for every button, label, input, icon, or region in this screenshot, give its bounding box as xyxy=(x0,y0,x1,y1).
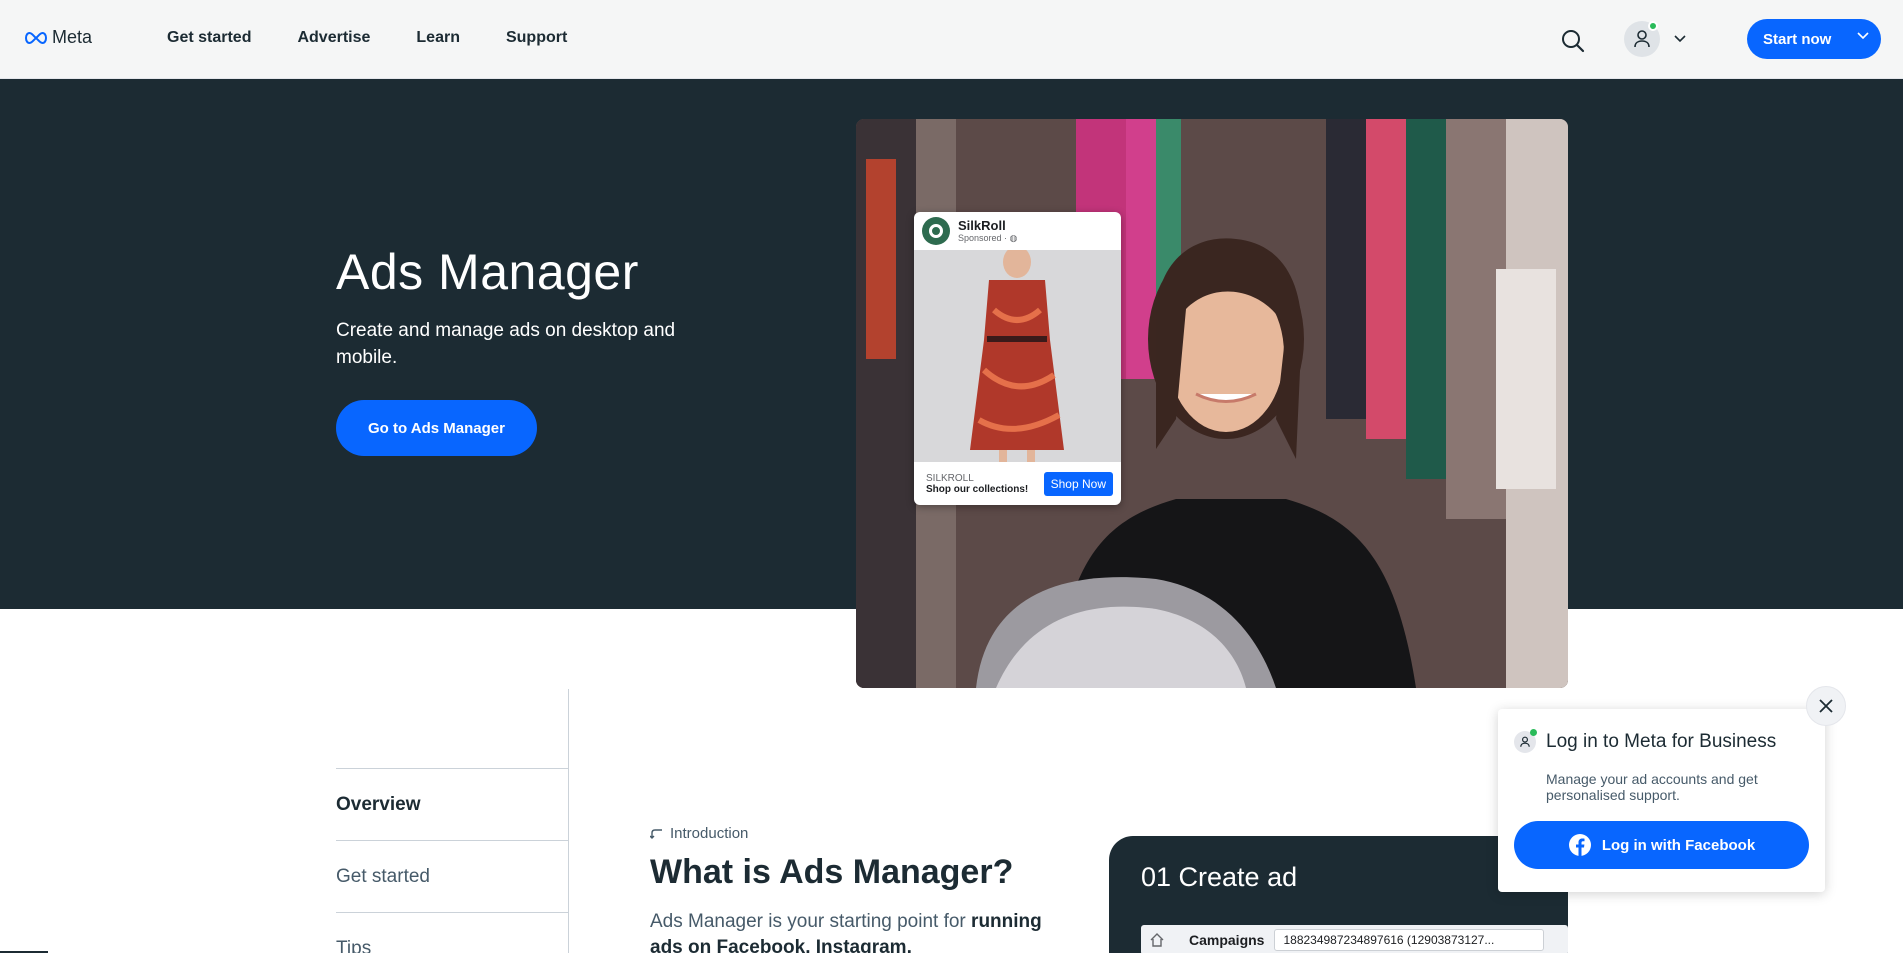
globe-icon: ◍ xyxy=(1009,233,1018,243)
close-icon xyxy=(1819,699,1833,713)
facebook-icon xyxy=(1568,834,1591,856)
close-popup-button[interactable] xyxy=(1806,686,1846,726)
online-status-dot xyxy=(1648,21,1658,31)
search-icon xyxy=(1562,30,1585,53)
login-popup: Log in to Meta for Business Manage your … xyxy=(1498,709,1825,892)
nav-support[interactable]: Support xyxy=(506,29,567,47)
popup-title: Log in to Meta for Business xyxy=(1546,731,1777,752)
intro-eyebrow-label: Introduction xyxy=(670,825,749,842)
chevron-down-icon xyxy=(1857,32,1869,40)
sidebar-divider xyxy=(568,689,569,953)
logo-text: Meta xyxy=(52,27,93,47)
section-title: What is Ads Manager? xyxy=(650,853,1014,891)
nav-advertise[interactable]: Advertise xyxy=(297,29,370,47)
ad-brand-caps: SILKROLL xyxy=(926,472,974,484)
sidebar-item-get-started[interactable]: Get started xyxy=(336,840,568,912)
nav-get-started[interactable]: Get started xyxy=(167,29,251,47)
start-now-button[interactable]: Start now xyxy=(1747,19,1881,59)
log-in-with-facebook-button[interactable]: Log in with Facebook xyxy=(1514,821,1809,869)
avatar xyxy=(1624,21,1660,57)
home-icon xyxy=(1150,933,1164,947)
user-icon xyxy=(1634,30,1650,48)
chevron-down-icon xyxy=(1674,35,1686,43)
popup-text: Manage your ad accounts and get personal… xyxy=(1546,771,1758,803)
nav-learn[interactable]: Learn xyxy=(416,29,460,47)
main-nav: Get started Advertise Learn Support xyxy=(167,29,613,47)
return-arrow-icon xyxy=(650,828,662,839)
page-sidebar-nav: Overview Get started Tips xyxy=(336,768,568,953)
start-now-label: Start now xyxy=(1763,30,1832,48)
hero-subtitle: Create and manage ads on desktop and mob… xyxy=(336,320,676,368)
ad-header: SilkRoll Sponsored · ◍ xyxy=(914,212,1121,250)
meta-infinity-icon xyxy=(24,31,48,44)
intro-paragraph: Ads Manager is your starting point for r… xyxy=(650,909,1050,953)
ad-tagline: Shop our collections! xyxy=(926,483,1029,495)
ad-dress-image xyxy=(914,250,1121,462)
shop-now-button[interactable]: Shop Now xyxy=(1043,471,1113,496)
sponsored-ad-preview: SilkRoll Sponsored · ◍ SILKROLL Shop our… xyxy=(914,212,1121,505)
brand-logo-icon xyxy=(922,217,950,245)
ad-footer: SILKROLL Shop our collections! Shop Now xyxy=(914,462,1121,505)
user-icon xyxy=(1514,729,1537,753)
dress-illustration xyxy=(914,250,1121,462)
ad-sponsored-label: Sponsored · ◍ xyxy=(958,233,1018,243)
ad-brand-name: SilkRoll xyxy=(958,218,1006,233)
campaigns-bar: Campaigns 188234987234897616 (1290387312… xyxy=(1141,925,1568,953)
campaigns-label: Campaigns xyxy=(1189,932,1265,948)
meta-logo[interactable]: Meta xyxy=(24,27,92,48)
account-menu-button[interactable] xyxy=(1624,21,1694,57)
page-title: Ads Manager xyxy=(336,244,639,300)
intro-eyebrow: Introduction xyxy=(650,825,748,842)
sidebar-item-overview[interactable]: Overview xyxy=(336,768,568,840)
create-ad-title: 01 Create ad xyxy=(1141,862,1298,892)
campaign-select[interactable]: 188234987234897616 (12903873127... xyxy=(1274,929,1545,951)
log-in-with-facebook-label: Log in with Facebook xyxy=(1601,836,1756,854)
sidebar-item-tips[interactable]: Tips xyxy=(336,912,568,953)
go-to-ads-manager-button[interactable]: Go to Ads Manager xyxy=(336,400,537,456)
search-button[interactable] xyxy=(1560,28,1586,54)
top-navigation-bar: Meta Get started Advertise Learn Support… xyxy=(0,0,1903,79)
